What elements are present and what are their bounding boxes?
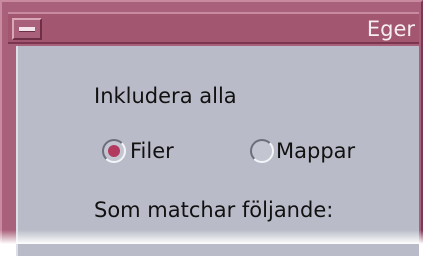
radio-files-label: Filer [130, 139, 174, 163]
match-following-label: Som matchar följande: [94, 198, 333, 222]
include-all-label: Inkludera alla [94, 84, 237, 108]
menu-bar-icon [19, 27, 35, 32]
bottom-fade [0, 230, 423, 244]
dialog-content: Inkludera alla Filer Mappar Som matchar … [16, 46, 419, 256]
dialog-window: Eger Inkludera alla Filer Mappar Som mat… [0, 0, 423, 244]
radio-folders-label: Mappar [276, 139, 355, 163]
radio-unselected-icon[interactable] [250, 139, 274, 163]
radio-dot-icon [108, 145, 120, 157]
radio-selected-icon[interactable] [102, 139, 126, 163]
radio-files[interactable]: Filer [102, 139, 174, 163]
title-bar[interactable]: Eger [8, 12, 419, 44]
window-title: Eger [367, 17, 415, 41]
radio-folders[interactable]: Mappar [250, 139, 355, 163]
window-menu-button[interactable] [12, 18, 42, 40]
